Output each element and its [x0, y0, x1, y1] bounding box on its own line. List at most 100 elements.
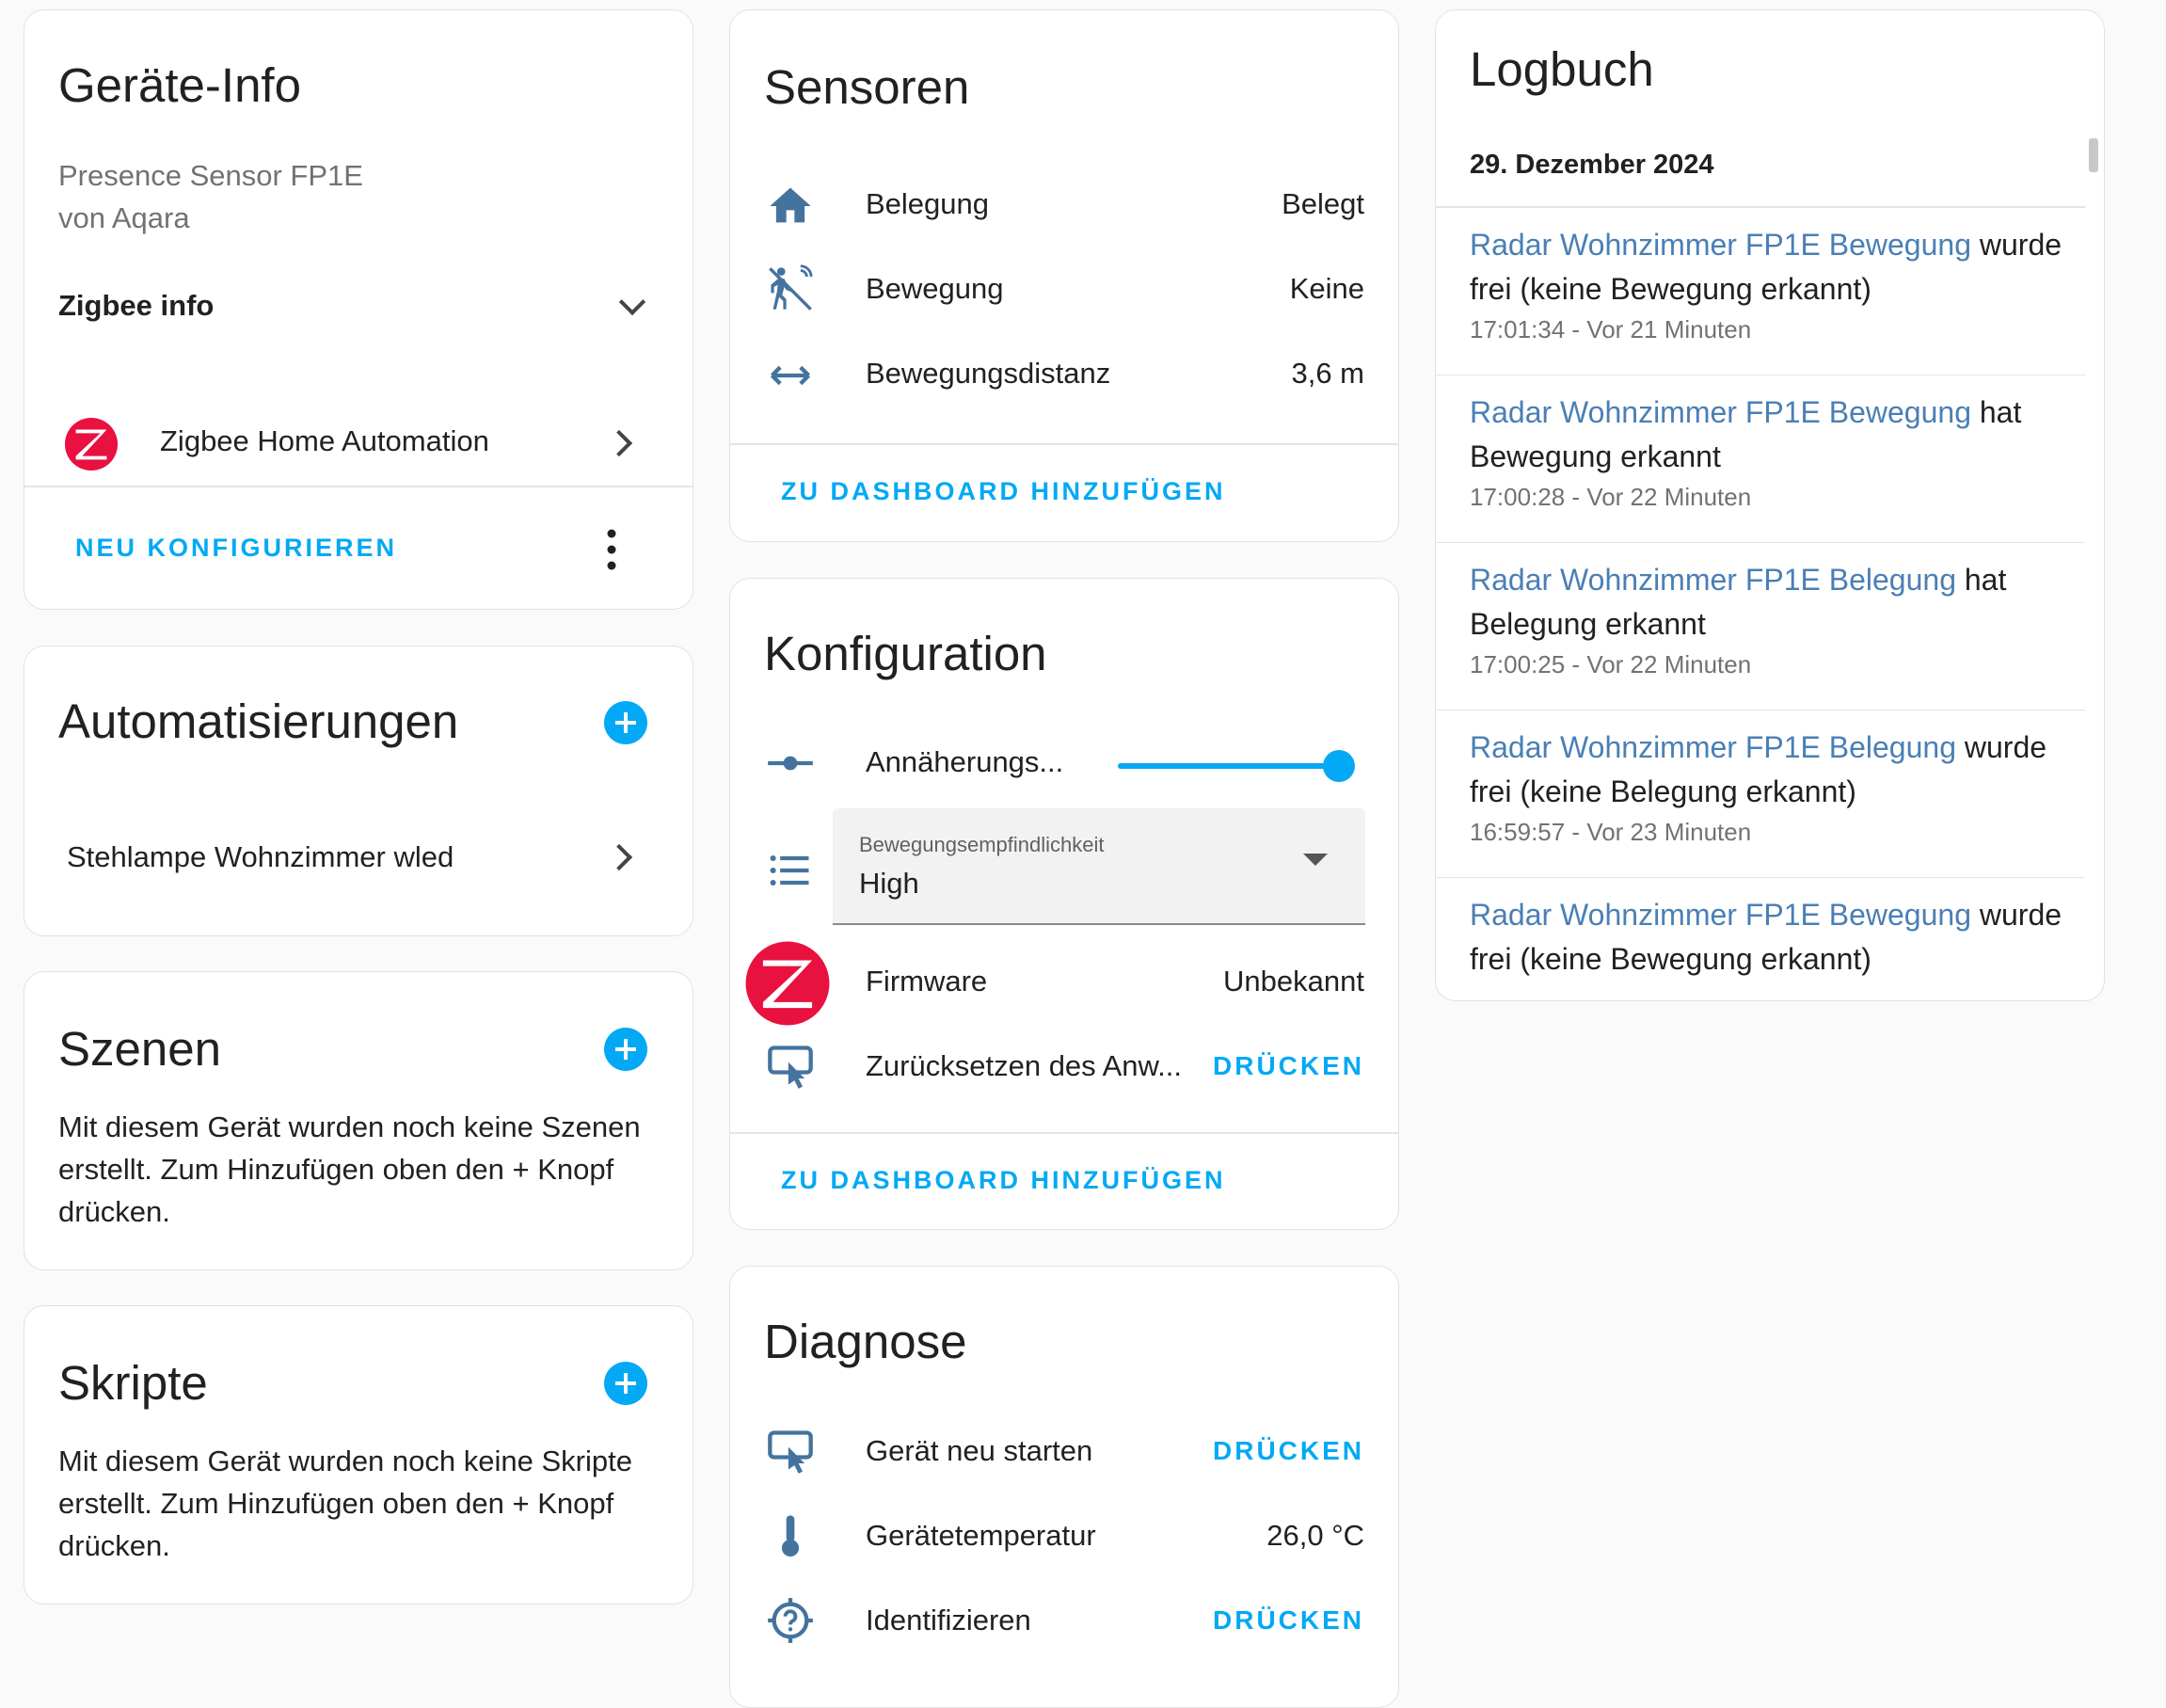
scenes-empty-text: Mit diesem Gerät wurden noch keine Szene…	[58, 1110, 641, 1228]
sensitivity-select[interactable]: Bewegungsempfindlichkeit High	[833, 808, 1365, 925]
logbook-date: 29. Dezember 2024	[1470, 150, 1714, 180]
log-message: Radar Wohnzimmer FP1E Bewegung hat Beweg…	[1470, 391, 2066, 479]
chevron-right-icon	[605, 429, 633, 457]
zigbee-info-label: Zigbee info	[58, 289, 215, 322]
sensor-row-occupancy[interactable]: Belegung Belegt	[730, 163, 1398, 247]
tune-slider-icon	[768, 756, 813, 771]
divider	[730, 1132, 1398, 1134]
log-time: 16:59:57 - Vor 23 Minuten	[1470, 818, 1752, 846]
logbook-list[interactable]: Radar Wohnzimmer FP1E Bewegung wurde fre…	[1436, 208, 2104, 1000]
add-automation-button[interactable]	[604, 701, 647, 744]
integration-row[interactable]: Zigbee Home Automation	[24, 396, 693, 490]
sensor-value: 3,6 m	[1291, 357, 1364, 390]
sensor-row-motion[interactable]: Bewegung Keine	[730, 247, 1398, 332]
configuration-title: Konfiguration	[764, 627, 1047, 680]
more-vertical-icon[interactable]	[603, 528, 620, 571]
log-message: Radar Wohnzimmer FP1E Bewegung wurde fre…	[1470, 223, 2066, 311]
config-add-to-dashboard-button[interactable]: ZU DASHBOARD HINZUFÜGEN	[781, 1166, 1225, 1195]
divider	[730, 443, 1398, 445]
zigbee-logo-icon	[745, 941, 830, 1026]
scenes-title: Szenen	[58, 1022, 221, 1076]
logbook-entry[interactable]: Radar Wohnzimmer FP1E Belegung wurde fre…	[1436, 710, 2085, 878]
temperature-row[interactable]: Gerätetemperatur 26,0 °C	[730, 1494, 1398, 1579]
logbook-entry[interactable]: Radar Wohnzimmer FP1E Bewegung wurde fre…	[1436, 208, 2085, 375]
sensor-row-distance[interactable]: Bewegungsdistanz 3,6 m	[730, 332, 1398, 417]
temperature-value: 26,0 °C	[1266, 1519, 1364, 1552]
gesture-tap-button-icon	[768, 1046, 813, 1089]
temperature-label: Gerätetemperatur	[866, 1519, 1096, 1552]
dropdown-arrow-icon	[1303, 854, 1328, 866]
slider-handle[interactable]	[1323, 750, 1355, 782]
logbook-entry[interactable]: Radar Wohnzimmer FP1E Belegung hat Beleg…	[1436, 543, 2085, 710]
logbook-entry[interactable]: Radar Wohnzimmer FP1E Bewegung hat Beweg…	[1436, 375, 2085, 543]
logbook-entry[interactable]: Radar Wohnzimmer FP1E Bewegung wurde fre…	[1436, 878, 2085, 1000]
proximity-slider-row: Annäherungs...	[730, 722, 1398, 806]
log-entity-link[interactable]: Radar Wohnzimmer FP1E Bewegung	[1470, 228, 1971, 262]
divider	[24, 486, 693, 487]
add-script-button[interactable]	[604, 1362, 647, 1405]
home-icon	[770, 187, 811, 223]
motion-sensor-icon	[769, 264, 813, 311]
firmware-row[interactable]: Firmware Unbekannt	[730, 940, 1398, 1026]
log-message: Radar Wohnzimmer FP1E Belegung wurde fre…	[1470, 726, 2066, 814]
logbook-scrollbar[interactable]	[2089, 138, 2098, 172]
sensor-value: Keine	[1289, 272, 1364, 305]
zigbee-logo-icon	[64, 417, 119, 471]
device-info-card: Geräte-Info Presence Sensor FP1E von Aqa…	[24, 9, 693, 610]
chevron-down-icon	[618, 288, 646, 316]
scripts-empty-text: Mit diesem Gerät wurden noch keine Skrip…	[58, 1445, 632, 1562]
restart-row: Gerät neu starten DRÜCKEN	[730, 1410, 1398, 1494]
automation-item-label: Stehlampe Wohnzimmer wled	[67, 840, 454, 873]
automations-card: Automatisierungen Stehlampe Wohnzimmer w…	[24, 646, 693, 936]
sensor-label: Bewegung	[866, 272, 1004, 305]
scripts-title: Skripte	[58, 1356, 208, 1410]
zigbee-info-expander[interactable]: Zigbee info	[24, 264, 693, 349]
reset-label: Zurücksetzen des Anw...	[866, 1049, 1183, 1082]
log-time: 17:00:28 - Vor 22 Minuten	[1470, 483, 1752, 511]
log-entity-link[interactable]: Radar Wohnzimmer FP1E Bewegung	[1470, 898, 1971, 932]
arrow-left-right-icon	[770, 365, 811, 386]
firmware-value: Unbekannt	[1223, 965, 1364, 998]
sensor-label: Belegung	[866, 187, 990, 220]
select-value: High	[859, 867, 919, 900]
restart-label: Gerät neu starten	[866, 1434, 1093, 1467]
restart-press-button[interactable]: DRÜCKEN	[1213, 1436, 1364, 1466]
device-info-title: Geräte-Info	[58, 58, 301, 112]
chevron-right-icon	[605, 843, 633, 871]
integration-name: Zigbee Home Automation	[160, 424, 489, 457]
log-message: Radar Wohnzimmer FP1E Bewegung wurde fre…	[1470, 893, 2066, 982]
identify-press-button[interactable]: DRÜCKEN	[1213, 1605, 1364, 1636]
slider-label: Annäherungs...	[866, 745, 1064, 778]
logbook-title: Logbuch	[1470, 42, 1654, 96]
log-entity-link[interactable]: Radar Wohnzimmer FP1E Bewegung	[1470, 395, 1971, 429]
crosshairs-question-icon	[768, 1598, 813, 1643]
proximity-slider[interactable]	[1118, 750, 1355, 782]
logbook-card: Logbuch 29. Dezember 2024 Radar Wohnzimm…	[1435, 9, 2105, 1001]
sensor-label: Bewegungsdistanz	[866, 357, 1111, 390]
sensitivity-select-row: Bewegungsempfindlichkeit High	[730, 808, 1398, 940]
device-model: Presence Sensor FP1E	[58, 159, 363, 192]
sensors-add-to-dashboard-button[interactable]: ZU DASHBOARD HINZUFÜGEN	[781, 477, 1225, 506]
log-entity-link[interactable]: Radar Wohnzimmer FP1E Belegung	[1470, 563, 1956, 597]
device-manufacturer: von Aqara	[58, 201, 190, 234]
automation-item[interactable]: Stehlampe Wohnzimmer wled	[24, 816, 693, 901]
scripts-card: Skripte Mit diesem Gerät wurden noch kei…	[24, 1305, 693, 1604]
thermometer-icon	[781, 1515, 800, 1557]
slider-track-fill	[1118, 763, 1339, 769]
log-message: Radar Wohnzimmer FP1E Belegung hat Beleg…	[1470, 558, 2066, 646]
log-time: 17:00:25 - Vor 22 Minuten	[1470, 650, 1752, 678]
log-entity-link[interactable]: Radar Wohnzimmer FP1E Belegung	[1470, 730, 1956, 764]
configuration-card: Konfiguration Annäherungs... Bewegungsem…	[729, 578, 1399, 1230]
sensors-title: Sensoren	[764, 60, 970, 114]
add-scene-button[interactable]	[604, 1028, 647, 1071]
diagnostics-title: Diagnose	[764, 1315, 967, 1368]
select-label: Bewegungsempfindlichkeit	[859, 833, 1105, 856]
reset-row: Zurücksetzen des Anw... DRÜCKEN	[730, 1025, 1398, 1109]
identify-row: Identifizieren DRÜCKEN	[730, 1579, 1398, 1664]
sensor-value: Belegt	[1282, 187, 1364, 220]
reset-press-button[interactable]: DRÜCKEN	[1213, 1051, 1364, 1081]
reconfigure-button[interactable]: NEU KONFIGURIEREN	[75, 534, 397, 563]
identify-label: Identifizieren	[866, 1604, 1031, 1636]
format-list-icon	[770, 854, 809, 886]
gesture-tap-button-icon	[768, 1430, 813, 1474]
